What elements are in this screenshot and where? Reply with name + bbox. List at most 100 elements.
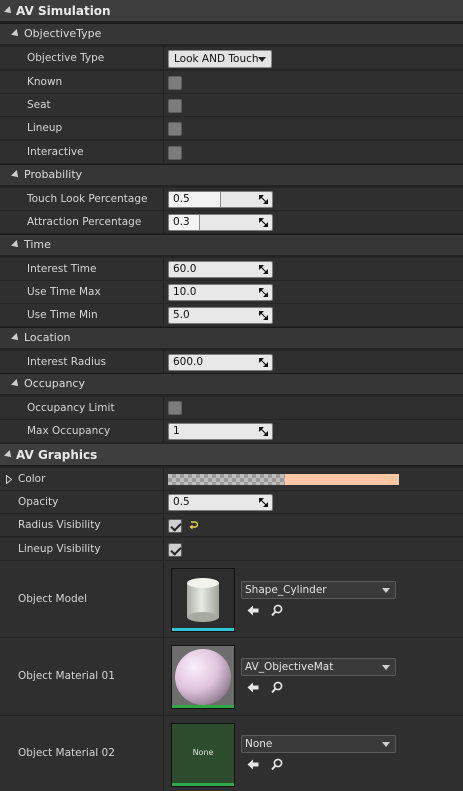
time-title: Time	[24, 238, 51, 251]
opacity-input[interactable]: 0.5	[168, 494, 273, 511]
object-material-02-asset-dropdown[interactable]: None	[241, 735, 396, 753]
drag-resize-icon[interactable]	[259, 195, 268, 204]
column-divider[interactable]	[163, 258, 164, 280]
object-model-asset-value: Shape_Cylinder	[245, 584, 327, 596]
expand-triangle-icon[interactable]	[6, 475, 12, 484]
interactive-checkbox[interactable]	[168, 146, 182, 160]
av-simulation-header[interactable]: AV Simulation	[0, 0, 463, 22]
column-divider[interactable]	[163, 304, 164, 326]
column-divider[interactable]	[163, 491, 164, 513]
probability-title: Probability	[24, 168, 83, 181]
opacity-label: Opacity	[18, 496, 59, 508]
object-material-02-asset-value: None	[245, 738, 273, 750]
chevron-down-icon	[258, 57, 266, 62]
time-header[interactable]: Time	[0, 234, 463, 255]
touch-look-percentage-label: Touch Look Percentage	[27, 193, 148, 205]
interactive-label: Interactive	[27, 146, 84, 158]
search-icon[interactable]	[271, 758, 283, 771]
use-selected-arrow-icon[interactable]	[247, 605, 259, 616]
drag-resize-icon[interactable]	[259, 498, 268, 507]
column-divider[interactable]	[163, 351, 164, 373]
search-icon[interactable]	[271, 681, 283, 694]
object-model-asset-dropdown[interactable]: Shape_Cylinder	[241, 581, 396, 599]
drag-resize-icon[interactable]	[259, 311, 268, 320]
use-time-max-input[interactable]: 10.0	[168, 284, 273, 301]
use-selected-arrow-icon[interactable]	[247, 682, 259, 693]
column-divider[interactable]	[163, 397, 164, 419]
collapse-triangle-icon	[11, 240, 21, 250]
occupancy-limit-checkbox[interactable]	[168, 401, 182, 415]
use-time-max-row: Use Time Max 10.0	[0, 280, 463, 303]
collapse-triangle-icon	[11, 379, 21, 389]
objectivetype-header[interactable]: ObjectiveType	[0, 23, 463, 44]
object-material-02-thumbnail[interactable]: None	[171, 723, 235, 787]
location-title: Location	[24, 331, 71, 344]
asset-tools	[247, 681, 287, 695]
column-divider[interactable]	[163, 281, 164, 303]
radius-visibility-checkbox[interactable]	[168, 519, 182, 533]
color-picker-swatch[interactable]	[168, 474, 399, 485]
attraction-percentage-label: Attraction Percentage	[27, 216, 142, 228]
material-sphere-icon	[172, 646, 234, 705]
asset-tools	[247, 604, 287, 618]
collapse-triangle-icon	[4, 450, 14, 460]
av-graphics-header[interactable]: AV Graphics	[0, 444, 463, 466]
column-divider[interactable]	[163, 71, 164, 93]
object-model-thumbnail[interactable]	[171, 568, 235, 632]
asset-tools	[247, 758, 287, 772]
object-material-01-asset-dropdown[interactable]: AV_ObjectiveMat	[241, 658, 396, 676]
drag-resize-icon[interactable]	[259, 218, 268, 227]
none-thumbnail-text: None	[192, 748, 214, 757]
known-checkbox[interactable]	[168, 76, 182, 90]
lineup-row: Lineup	[0, 116, 463, 139]
alpha-checker	[168, 474, 285, 485]
column-divider[interactable]	[163, 468, 164, 490]
use-time-min-input[interactable]: 5.0	[168, 307, 273, 324]
column-divider[interactable]	[163, 638, 164, 715]
drag-resize-icon[interactable]	[259, 427, 268, 436]
object-material-01-thumbnail[interactable]	[171, 645, 235, 709]
column-divider[interactable]	[163, 538, 164, 560]
search-icon[interactable]	[271, 604, 283, 617]
occupancy-header[interactable]: Occupancy	[0, 373, 463, 394]
known-row: Known	[0, 70, 463, 93]
touch-look-percentage-slider[interactable]: 0.5	[168, 191, 273, 208]
column-divider[interactable]	[163, 94, 164, 116]
lineup-checkbox[interactable]	[168, 122, 182, 136]
occupancy-limit-row: Occupancy Limit	[0, 396, 463, 419]
interest-radius-value: 600.0	[173, 356, 204, 368]
column-divider[interactable]	[163, 420, 164, 442]
asset-type-bar	[172, 628, 234, 631]
interest-radius-input[interactable]: 600.0	[168, 354, 273, 371]
drag-resize-icon[interactable]	[259, 288, 268, 297]
max-occupancy-input[interactable]: 1	[168, 423, 273, 440]
use-time-min-label: Use Time Min	[27, 309, 98, 321]
objective-type-dropdown[interactable]: Look AND Touch	[168, 50, 272, 68]
column-divider[interactable]	[163, 188, 164, 210]
radius-visibility-label: Radius Visibility	[18, 519, 101, 531]
column-divider[interactable]	[163, 141, 164, 163]
object-material-01-label: Object Material 01	[18, 670, 115, 682]
column-divider[interactable]	[163, 211, 164, 233]
lineup-visibility-checkbox[interactable]	[168, 543, 182, 557]
drag-resize-icon[interactable]	[259, 358, 268, 367]
touch-look-percentage-row: Touch Look Percentage 0.5	[0, 187, 463, 210]
probability-header[interactable]: Probability	[0, 164, 463, 185]
column-divider[interactable]	[163, 514, 164, 536]
interest-time-input[interactable]: 60.0	[168, 261, 273, 278]
column-divider[interactable]	[163, 47, 164, 69]
attraction-percentage-slider[interactable]: 0.3	[168, 214, 273, 231]
column-divider[interactable]	[163, 117, 164, 139]
chevron-down-icon	[382, 665, 390, 670]
interest-time-label: Interest Time	[27, 263, 97, 275]
use-selected-arrow-icon[interactable]	[247, 759, 259, 770]
attraction-percentage-row: Attraction Percentage 0.3	[0, 210, 463, 233]
reset-to-default-icon[interactable]	[189, 520, 198, 530]
drag-resize-icon[interactable]	[259, 265, 268, 274]
column-divider[interactable]	[163, 716, 164, 791]
color-label: Color	[18, 473, 46, 485]
max-occupancy-value: 1	[173, 425, 180, 437]
location-header[interactable]: Location	[0, 327, 463, 348]
seat-checkbox[interactable]	[168, 99, 182, 113]
column-divider[interactable]	[163, 561, 164, 637]
